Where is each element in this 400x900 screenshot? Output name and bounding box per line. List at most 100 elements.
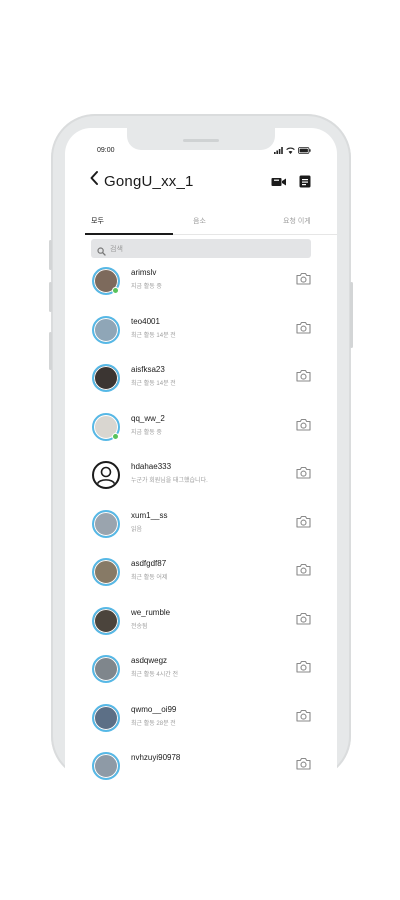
message-tabs: 모두 음소 요청 이게	[65, 212, 337, 238]
camera-button[interactable]	[296, 466, 311, 484]
list-item[interactable]: asdfgdf87 최근 활동 어제	[65, 553, 337, 593]
avatar-ring	[94, 560, 118, 584]
list-item[interactable]: qq_ww_2 지금 활동 중	[65, 408, 337, 448]
list-item[interactable]: xum1__ss 읽음	[65, 505, 337, 545]
camera-icon	[296, 515, 311, 528]
camera-button[interactable]	[296, 660, 311, 678]
avatar[interactable]	[92, 558, 120, 586]
tab-active-indicator	[85, 233, 173, 235]
status-icons	[274, 147, 311, 154]
conversation-username: arimslv	[131, 268, 157, 277]
video-call-button[interactable]	[271, 175, 287, 193]
list-item[interactable]: nvhzuyi90978	[65, 747, 337, 780]
conversation-status: 지금 활동 중	[131, 429, 162, 436]
power-button	[350, 282, 353, 348]
page-title[interactable]: GongU_xx_1	[104, 173, 194, 190]
camera-button[interactable]	[296, 369, 311, 387]
volume-button	[49, 282, 52, 312]
camera-icon	[296, 757, 311, 770]
tab-general[interactable]: 음소	[193, 216, 206, 226]
avatar[interactable]	[92, 461, 120, 489]
default-user-icon	[96, 466, 116, 485]
conversation-status: 최근 활동 14분 전	[131, 332, 176, 339]
camera-icon	[296, 466, 311, 479]
avatar-ring	[94, 705, 118, 730]
conversation-username: hdahae333	[131, 462, 172, 471]
conversation-username: qwmo__oi99	[131, 704, 177, 714]
camera-button[interactable]	[296, 515, 311, 533]
battery-icon	[298, 147, 311, 154]
volume-button	[49, 240, 52, 270]
avatar-ring	[94, 366, 118, 390]
camera-button[interactable]	[296, 272, 311, 290]
camera-icon	[296, 563, 311, 576]
wifi-icon	[286, 147, 295, 154]
conversation-status: 지금 활동 중	[131, 284, 162, 290]
conversation-status: 전송됨	[131, 623, 148, 630]
avatar[interactable]	[92, 364, 120, 392]
conversation-username: qq_ww_2	[131, 413, 165, 423]
search-placeholder: 검색	[110, 246, 123, 253]
search-icon	[97, 243, 106, 261]
conversation-status: 최근 활동 어제	[131, 575, 168, 581]
status-time: 09:00	[97, 147, 115, 154]
camera-icon	[296, 709, 311, 722]
camera-icon	[296, 369, 311, 382]
camera-button[interactable]	[296, 757, 311, 775]
camera-button[interactable]	[296, 709, 311, 727]
camera-button[interactable]	[296, 321, 311, 339]
phone-screen: 09:00 GongU_xx_1 모두 음소 요청 이게 검색 arimslv …	[65, 128, 337, 780]
camera-icon	[296, 321, 311, 334]
list-item[interactable]: arimslv 지금 활동 중	[65, 262, 337, 302]
avatar-ring	[94, 317, 118, 342]
chevron-left-icon	[90, 171, 98, 185]
conversation-username: aisfksa23	[131, 365, 165, 374]
camera-icon	[296, 612, 311, 625]
online-indicator	[112, 432, 119, 440]
conversation-status: 누군가 회원님을 태그했습니다.	[131, 478, 208, 484]
avatar-ring	[94, 754, 118, 778]
tab-requests[interactable]: 요청 이게	[283, 216, 311, 226]
tab-all[interactable]: 모두	[91, 216, 104, 226]
conversation-username: nvhzuyi90978	[131, 753, 181, 762]
video-camera-icon	[271, 178, 286, 186]
camera-icon	[296, 418, 311, 431]
avatar-ring	[94, 657, 118, 681]
signal-icon	[274, 147, 283, 154]
conversation-username: teo4001	[131, 316, 160, 326]
new-message-button[interactable]	[299, 175, 311, 193]
conversation-status: 최근 활동 4시간 전	[131, 672, 178, 678]
avatar[interactable]	[92, 606, 120, 635]
conversation-username: asdfgdf87	[131, 559, 167, 568]
avatar-ring	[94, 511, 118, 536]
compose-icon	[299, 175, 311, 188]
avatar-ring	[94, 608, 118, 633]
chat-header: GongU_xx_1	[65, 168, 337, 198]
back-button[interactable]	[89, 170, 99, 190]
online-indicator	[112, 287, 119, 294]
camera-button[interactable]	[296, 563, 311, 581]
list-item[interactable]: teo4001 최근 활동 14분 전	[65, 311, 337, 351]
avatar[interactable]	[92, 509, 120, 538]
avatar[interactable]	[92, 315, 120, 344]
status-bar: 09:00	[65, 128, 337, 164]
avatar[interactable]	[92, 703, 120, 732]
list-item[interactable]: qwmo__oi99 최근 활동 28분 전	[65, 699, 337, 739]
conversation-status: 최근 활동 28분 전	[131, 720, 176, 727]
camera-icon	[296, 660, 311, 673]
camera-button[interactable]	[296, 612, 311, 630]
search-input[interactable]: 검색	[91, 239, 311, 258]
list-item[interactable]: hdahae333 누군가 회원님을 태그했습니다.	[65, 456, 337, 496]
list-item[interactable]: asdqwegz 최근 활동 4시간 전	[65, 650, 337, 690]
conversation-status: 읽음	[131, 526, 143, 533]
conversation-username: xum1__ss	[131, 510, 168, 520]
avatar[interactable]	[92, 655, 120, 683]
list-item[interactable]: aisfksa23 최근 활동 14분 전	[65, 359, 337, 399]
conversation-username: we_rumble	[131, 607, 171, 617]
camera-icon	[296, 272, 311, 285]
conversation-status: 최근 활동 14분 전	[131, 381, 176, 387]
conversation-username: asdqwegz	[131, 656, 168, 665]
camera-button[interactable]	[296, 418, 311, 436]
list-item[interactable]: we_rumble 전송됨	[65, 602, 337, 642]
avatar[interactable]	[92, 752, 120, 780]
